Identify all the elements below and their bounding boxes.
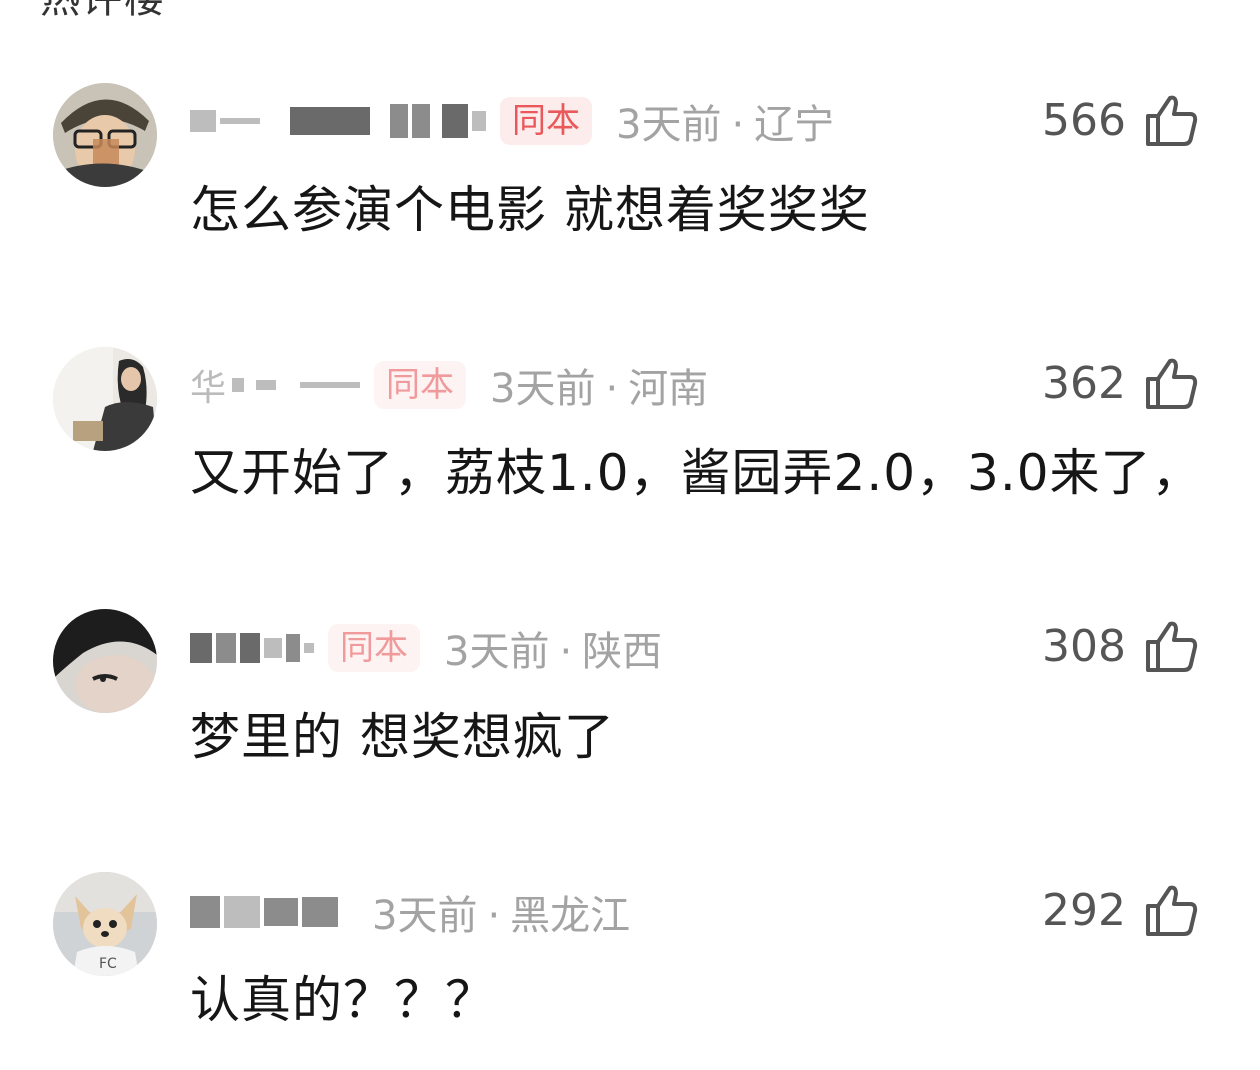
partial-header-text: 热评楼	[40, 0, 166, 24]
relation-badge: 同本	[328, 624, 420, 672]
comment-location: 黑龙江	[510, 893, 631, 939]
separator-dot: ·	[731, 102, 745, 148]
comment-time: 3天前	[616, 102, 722, 148]
comment-text: 认真的？？？	[190, 971, 496, 1029]
comment-meta: 3天前 · 陕西	[444, 619, 662, 677]
comment-time: 3天前	[444, 629, 550, 675]
like-button[interactable]: 362	[1042, 353, 1200, 413]
relation-badge: 同本	[374, 361, 467, 409]
comment-item: 同本 3天前 · 陕西 308 梦里的 想奖想疯了	[0, 607, 1260, 807]
comment-location: 陕西	[582, 629, 663, 675]
user-name-obscured[interactable]: 华	[190, 363, 364, 409]
avatar[interactable]	[53, 347, 157, 451]
comment-location: 辽宁	[754, 102, 835, 148]
separator-dot: ·	[605, 366, 619, 412]
comment-item: 同本 3天前 · 辽宁 566 怎么参演个电影 就想着奖奖奖	[0, 80, 1260, 280]
thumbs-up-icon	[1146, 95, 1198, 146]
comment-meta: 3天前 · 辽宁	[616, 92, 834, 150]
avatar[interactable]: FC	[53, 872, 157, 976]
comment-header: 华 同本 3天前 · 河南	[190, 355, 708, 415]
like-count: 292	[1042, 884, 1126, 936]
avatar[interactable]	[53, 83, 157, 187]
separator-dot: ·	[487, 893, 501, 939]
comment-location: 河南	[628, 366, 709, 412]
comment-text: 梦里的 想奖想疯了	[190, 708, 615, 766]
svg-text:FC: FC	[99, 956, 117, 972]
like-count: 362	[1042, 357, 1126, 409]
comment-meta: 3天前 · 黑龙江	[372, 883, 630, 941]
user-name-obscured[interactable]	[190, 99, 490, 143]
comment-text: 怎么参演个电影 就想着奖奖奖	[190, 181, 870, 239]
like-button[interactable]: 308	[1042, 616, 1200, 676]
like-count: 308	[1042, 620, 1126, 672]
user-name-obscured[interactable]	[190, 890, 342, 934]
comment-item: FC 3天前 · 黑龙江 292 认真的？？？	[0, 870, 1260, 1070]
avatar[interactable]	[53, 609, 157, 713]
thumbs-up-icon	[1146, 358, 1198, 409]
like-button[interactable]: 292	[1042, 880, 1200, 940]
comment-meta: 3天前 · 河南	[490, 356, 708, 414]
comment-header: 同本 3天前 · 辽宁	[190, 91, 834, 151]
thumbs-up-icon	[1146, 885, 1198, 936]
user-name-obscured[interactable]	[190, 626, 318, 670]
relation-badge: 同本	[500, 97, 592, 145]
like-count: 566	[1042, 94, 1126, 146]
separator-dot: ·	[559, 629, 573, 675]
comment-header: 3天前 · 黑龙江	[190, 882, 630, 942]
like-button[interactable]: 566	[1042, 90, 1200, 150]
comment-item: 华 同本 3天前 · 河南 362 又开始了，荔枝1.0，酱园弄2.0，3.0来了，	[0, 345, 1260, 545]
thumbs-up-icon	[1146, 621, 1198, 672]
comment-text: 又开始了，荔枝1.0，酱园弄2.0，3.0来了，	[190, 444, 1203, 502]
comment-time: 3天前	[372, 893, 478, 939]
comment-header: 同本 3天前 · 陕西	[190, 618, 662, 678]
comment-time: 3天前	[490, 366, 596, 412]
